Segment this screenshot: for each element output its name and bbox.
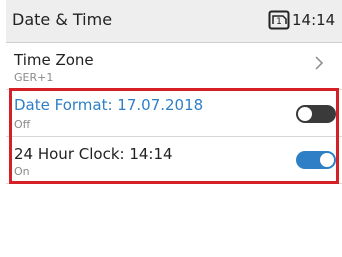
date-format-status: Off	[14, 118, 31, 131]
status-area: 1 14:14	[268, 8, 335, 32]
header-bar: Date & Time 1 14:14	[6, 0, 342, 43]
toggle-knob	[320, 153, 334, 167]
24-hour-clock-toggle[interactable]	[296, 151, 336, 169]
24-hour-clock-row[interactable]: 24 Hour Clock: 14:14 On	[6, 137, 342, 184]
time-zone-row[interactable]: Time Zone GER+1	[6, 43, 342, 90]
24-hour-clock-status: On	[14, 165, 30, 178]
toggle-knob	[298, 107, 312, 121]
date-format-toggle[interactable]	[296, 105, 336, 123]
svg-text:1: 1	[276, 17, 282, 27]
page-title: Date & Time	[12, 10, 113, 29]
date-format-row[interactable]: Date Format: 17.07.2018 Off	[6, 90, 342, 137]
time-zone-title: Time Zone	[14, 51, 94, 69]
sim-card-1-icon: 1	[268, 10, 290, 30]
time-zone-value: GER+1	[14, 71, 54, 84]
date-format-title: Date Format: 17.07.2018	[14, 96, 204, 114]
settings-screen: Date & Time 1 14:14 Time Zone GER+1 Date…	[6, 0, 342, 257]
24-hour-clock-title: 24 Hour Clock: 14:14	[14, 145, 173, 163]
chevron-right-icon	[315, 56, 324, 70]
status-time: 14:14	[292, 11, 336, 29]
